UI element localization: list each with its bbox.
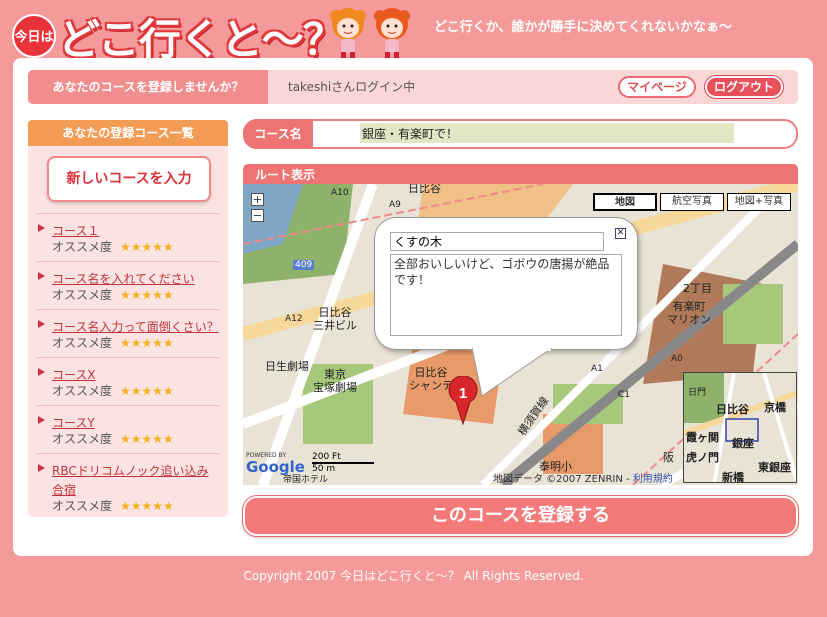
bullet-icon xyxy=(38,416,45,424)
map-label: A12 xyxy=(285,314,303,324)
map-scale: 200 Ft 50 m xyxy=(312,452,374,474)
minimap-label: 霞ヶ関 xyxy=(686,431,719,444)
minimap-label: 日門 xyxy=(688,388,707,398)
info-window-tail xyxy=(472,348,553,397)
list-item: コースX オススメ度 ★★★★★ xyxy=(36,357,220,405)
course-link[interactable]: コース名入力って面倒くさい？ xyxy=(52,320,219,334)
map-label: 阪 xyxy=(663,451,674,464)
minimap-label: 新橋 xyxy=(722,471,744,483)
course-link[interactable]: コース名を入れてください xyxy=(52,272,195,286)
rating-stars: ★★★★★ xyxy=(120,499,174,513)
rating-stars: ★★★★★ xyxy=(120,432,174,446)
zoom-in-button[interactable]: + xyxy=(251,193,264,206)
rec-label: オススメ度 xyxy=(52,336,113,350)
list-item: コースY オススメ度 ★★★★★ xyxy=(36,405,220,453)
rec-label: オススメ度 xyxy=(52,432,113,446)
tagline: どこ行くか、誰かが勝手に決めてくれないかなぁ〜 xyxy=(434,20,732,35)
minimap-label: 銀座 xyxy=(732,437,754,450)
map-label: 409 xyxy=(293,260,315,270)
register-prompt: あなたのコースを登録しませんか？ xyxy=(28,70,268,104)
map-pin-icon[interactable]: 1 xyxy=(446,376,482,426)
bullet-icon xyxy=(38,272,45,280)
tab-map[interactable]: 地図 xyxy=(593,193,657,211)
course-link[interactable]: コースY xyxy=(52,416,95,430)
bullet-icon xyxy=(38,320,45,328)
bullet-icon xyxy=(38,224,45,232)
map-label: 東京 宝塚劇場 xyxy=(313,368,357,394)
minimap-label: 東銀座 xyxy=(758,461,791,474)
rating-stars: ★★★★★ xyxy=(120,384,174,398)
register-course-button[interactable]: このコースを登録する xyxy=(243,496,798,536)
login-status: takeshiさんログイン中 xyxy=(288,80,416,94)
rec-label: オススメ度 xyxy=(52,499,113,513)
course-link[interactable]: コースX xyxy=(52,368,96,382)
tab-aerial[interactable]: 航空写真 xyxy=(660,193,724,211)
map-label: 日比谷 xyxy=(408,184,441,195)
minimap-label: 京橋 xyxy=(764,401,786,414)
rec-label: オススメ度 xyxy=(52,384,113,398)
rating-stars: ★★★★★ xyxy=(120,336,174,350)
map-label: A0 xyxy=(671,354,683,364)
rating-stars: ★★★★★ xyxy=(120,240,174,254)
close-icon[interactable]: ✕ xyxy=(615,228,626,239)
map-label: 日比谷 三井ビル xyxy=(313,306,357,332)
minimap-label: 虎ノ門 xyxy=(686,451,719,464)
terms-link[interactable]: 利用規約 xyxy=(633,474,673,485)
bullet-icon xyxy=(38,368,45,376)
footer-copyright: Copyright 2007 今日はどこ行くと〜？ All Rights Res… xyxy=(243,569,584,583)
course-name-input[interactable] xyxy=(360,123,734,143)
map-label: 有楽町 マリオン xyxy=(667,300,711,326)
logout-button[interactable]: ログアウト xyxy=(705,76,783,98)
course-link[interactable]: コース１ xyxy=(52,224,99,238)
mypage-button[interactable]: マイページ xyxy=(618,76,696,98)
google-logo[interactable]: Google xyxy=(246,458,305,476)
course-link[interactable]: RBCドリコムノック追い込み合宿 xyxy=(52,464,209,497)
spot-comment-textarea[interactable]: 全部おいしいけど、ゴボウの唐揚が絶品です！ xyxy=(390,254,622,336)
map-label: 2丁目 xyxy=(683,282,712,295)
rating-stars: ★★★★★ xyxy=(120,288,174,302)
rec-label: オススメ度 xyxy=(52,240,113,254)
mascot-icon xyxy=(374,8,410,59)
course-name-label: コース名 xyxy=(243,119,313,149)
course-list: コース１ オススメ度 ★★★★★ コース名を入れてください オススメ度 ★★★★★ … xyxy=(36,213,220,520)
overview-minimap[interactable]: 日門 日比谷 京橋 霞ヶ関 銀座 虎ノ門 東銀座 新橋 xyxy=(683,372,797,483)
spot-name-input[interactable] xyxy=(390,232,604,251)
list-item: コース名を入れてください オススメ度 ★★★★★ xyxy=(36,261,220,309)
tab-hybrid[interactable]: 地図+写真 xyxy=(727,193,791,211)
pin-number: 1 xyxy=(459,385,467,402)
list-item: コース１ オススメ度 ★★★★★ xyxy=(36,213,220,261)
map-label: A10 xyxy=(331,188,349,198)
list-item: RBCドリコムノック追い込み合宿 オススメ度 ★★★★★ xyxy=(36,453,220,520)
new-course-button[interactable]: 新しいコースを入力 xyxy=(47,156,211,202)
zoom-out-button[interactable]: − xyxy=(251,209,264,222)
list-item: コース名入力って面倒くさい？ オススメ度 ★★★★★ xyxy=(36,309,220,357)
map-label: C1 xyxy=(618,390,631,400)
map-label: 日生劇場 xyxy=(265,360,309,373)
sidebar-title: あなたの登録コース一覧 xyxy=(28,120,228,146)
rec-label: オススメ度 xyxy=(52,288,113,302)
map-label: A1 xyxy=(591,364,603,374)
map-copyright: 地図データ ©2007 ZENRIN - 利用規約 xyxy=(493,474,673,485)
route-title: ルート表示 xyxy=(243,164,798,184)
bullet-icon xyxy=(38,464,45,472)
minimap-label: 日比谷 xyxy=(716,403,749,416)
mascot-icon xyxy=(330,8,366,59)
logo-badge: 今日は xyxy=(12,14,56,58)
map-label: A9 xyxy=(389,200,401,210)
